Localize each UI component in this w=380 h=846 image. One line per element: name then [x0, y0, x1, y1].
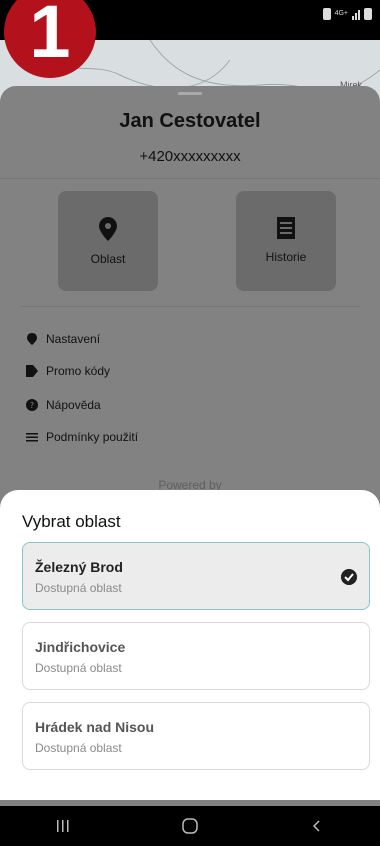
tile-label: Oblast	[90, 252, 126, 266]
profile-phone: +420xxxxxxxxx	[139, 148, 241, 165]
recents-icon	[57, 820, 69, 832]
signal-icon	[352, 8, 360, 20]
divider	[0, 178, 380, 179]
home-button[interactable]	[170, 811, 210, 841]
menu-item-nastaveni[interactable]: Nastavení	[26, 332, 100, 346]
drag-handle[interactable]	[178, 92, 202, 95]
back-icon	[312, 820, 320, 832]
status-icons: 4G+	[322, 8, 372, 20]
home-icon	[182, 818, 198, 834]
lock-icon	[322, 8, 331, 20]
menu-item-label: Nápověda	[46, 398, 101, 412]
area-name: Hrádek nad Nisou	[35, 719, 155, 735]
sheet-title: Vybrat oblast	[22, 512, 121, 531]
tag-icon	[26, 365, 38, 377]
profile-name: Jan Cestovatel	[119, 110, 261, 132]
check-icon	[341, 569, 357, 585]
menu-item-label: Podmínky použití	[46, 430, 139, 444]
tile-label: Historie	[265, 250, 307, 264]
divider	[20, 306, 360, 307]
area-name: Železný Brod	[35, 559, 123, 575]
area-name: Jindřichovice	[35, 639, 126, 655]
area-status: Dostupná oblast	[35, 741, 122, 755]
area-select-sheet: Vybrat oblast Železný Brod Dostupná obla…	[0, 490, 380, 800]
area-option-hradek-nad-nisou[interactable]: Hrádek nad Nisou Dostupná oblast	[22, 702, 370, 770]
receipt-icon	[277, 217, 295, 239]
menu-item-podminky[interactable]: Podmínky použití	[26, 430, 138, 444]
network-type: 4G+	[334, 10, 348, 17]
menu-item-promo[interactable]: Promo kódy	[26, 364, 110, 378]
area-option-jindrichovice[interactable]: Jindřichovice Dostupná oblast	[22, 622, 370, 690]
tile-oblast[interactable]: Oblast	[58, 191, 158, 291]
recents-button[interactable]	[43, 811, 83, 841]
menu-item-label: Promo kódy	[46, 364, 111, 378]
tile-historie[interactable]: Historie	[236, 191, 336, 291]
list-icon	[26, 433, 38, 442]
location-pin-icon	[27, 333, 37, 345]
svg-text:?: ?	[30, 401, 34, 410]
system-nav-bar	[0, 806, 380, 846]
battery-icon	[364, 8, 372, 20]
area-status: Dostupná oblast	[35, 581, 122, 595]
help-icon: ?	[26, 399, 38, 411]
area-status: Dostupná oblast	[35, 661, 122, 675]
area-option-zelezny-brod[interactable]: Železný Brod Dostupná oblast	[22, 542, 370, 610]
menu-item-label: Nastavení	[46, 332, 101, 346]
menu-item-napoveda[interactable]: ? Nápověda	[26, 398, 101, 412]
location-pin-icon	[99, 217, 117, 241]
back-button[interactable]	[297, 811, 337, 841]
